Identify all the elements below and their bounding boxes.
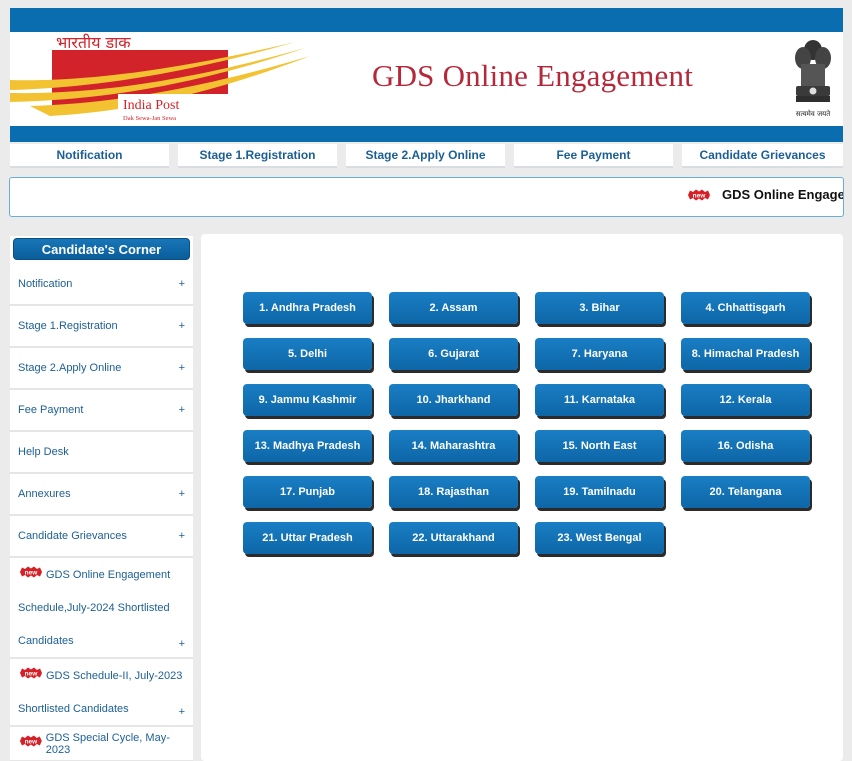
state-button-telangana[interactable]: 20. Telangana	[681, 476, 810, 508]
expand-plus-icon[interactable]: +	[179, 488, 185, 500]
sidebar-item-label: Annexures	[18, 488, 71, 500]
news-line: GDS Online Engagement	[46, 568, 171, 581]
state-button-himachal-pradesh[interactable]: 8. Himachal Pradesh	[681, 338, 810, 370]
state-button-punjab[interactable]: 17. Punjab	[243, 476, 372, 508]
india-post-logo[interactable]: भारतीय डाक डाक सेवा-जन सेवा India Post D…	[10, 32, 310, 126]
sidebar-item-fee-payment[interactable]: Fee Payment +	[10, 390, 193, 432]
nav-notification[interactable]: Notification	[10, 144, 169, 168]
state-button-uttarakhand[interactable]: 22. Uttarakhand	[389, 522, 518, 554]
news-line: Candidates	[18, 634, 74, 647]
candidates-corner-sidebar: Candidate's Corner Notification + Stage …	[10, 236, 193, 761]
sidebar-item-annexures[interactable]: Annexures +	[10, 474, 193, 516]
state-button-assam[interactable]: 2. Assam	[389, 292, 518, 324]
state-button-rajasthan[interactable]: 18. Rajasthan	[389, 476, 518, 508]
sidebar-news-item[interactable]: GDS Schedule-II, July-2023 Shortlisted C…	[10, 659, 193, 727]
state-button-tamilnadu[interactable]: 19. Tamilnadu	[535, 476, 664, 508]
news-ticker: GDS Online Engagement	[9, 177, 844, 217]
sidebar-item-label: Help Desk	[18, 446, 69, 458]
new-badge-icon	[686, 189, 712, 201]
state-button-odisha[interactable]: 16. Odisha	[681, 430, 810, 462]
news-line: Schedule,July-2024 Shortlisted	[18, 601, 170, 614]
expand-plus-icon[interactable]: +	[179, 706, 185, 718]
state-button-west-bengal[interactable]: 23. West Bengal	[535, 522, 664, 554]
state-button-gujarat[interactable]: 6. Gujarat	[389, 338, 518, 370]
page-title: GDS Online Engagement	[372, 58, 694, 93]
sidebar-item-notification[interactable]: Notification +	[10, 264, 193, 306]
site-header: भारतीय डाक डाक सेवा-जन सेवा India Post D…	[10, 8, 843, 142]
nav-stage1-registration[interactable]: Stage 1.Registration	[178, 144, 337, 168]
state-button-north-east[interactable]: 15. North East	[535, 430, 664, 462]
main-nav: Notification Stage 1.Registration Stage …	[10, 144, 843, 170]
news-line: GDS Special Cycle, May-2023	[45, 731, 170, 756]
svg-text:India Post: India Post	[123, 98, 180, 113]
expand-plus-icon[interactable]: +	[179, 530, 185, 542]
expand-plus-icon[interactable]: +	[179, 638, 185, 650]
state-button-karnataka[interactable]: 11. Karnataka	[535, 384, 664, 416]
sidebar-item-label: Stage 1.Registration	[18, 320, 118, 332]
sidebar-item-label: Stage 2.Apply Online	[18, 362, 122, 374]
sidebar-title: Candidate's Corner	[13, 238, 190, 260]
sidebar-item-label: Candidate Grievances	[18, 530, 127, 542]
header-banner: भारतीय डाक डाक सेवा-जन सेवा India Post D…	[10, 32, 843, 126]
svg-text:डाक सेवा-जन सेवा: डाक सेवा-जन सेवा	[55, 49, 112, 59]
news-line: GDS Schedule-II, July-2023	[46, 669, 183, 682]
state-button-jammu-kashmir[interactable]: 9. Jammu Kashmir	[243, 384, 372, 416]
sidebar-item-candidate-grievances[interactable]: Candidate Grievances +	[10, 516, 193, 558]
state-button-haryana[interactable]: 7. Haryana	[535, 338, 664, 370]
state-button-delhi[interactable]: 5. Delhi	[243, 338, 372, 370]
svg-text:Dak Sewa-Jan Sewa: Dak Sewa-Jan Sewa	[123, 115, 176, 122]
expand-plus-icon[interactable]: +	[179, 278, 185, 290]
ticker-item[interactable]: GDS Online Engagement	[686, 187, 843, 202]
state-button-madhya-pradesh[interactable]: 13. Madhya Pradesh	[243, 430, 372, 462]
sidebar-news-item[interactable]: GDS Online Engagement Schedule,July-2024…	[10, 558, 193, 659]
expand-plus-icon[interactable]: +	[179, 362, 185, 374]
nav-candidate-grievances[interactable]: Candidate Grievances	[682, 144, 843, 168]
sidebar-news-item[interactable]: GDS Special Cycle, May-2023	[10, 727, 193, 761]
ticker-text[interactable]: GDS Online Engagement	[722, 187, 843, 202]
state-button-bihar[interactable]: 3. Bihar	[535, 292, 664, 324]
sidebar-item-label: Notification	[18, 278, 73, 290]
state-selection-panel: 1. Andhra Pradesh 2. Assam 3. Bihar 4. C…	[201, 234, 843, 761]
sidebar-item-help-desk[interactable]: Help Desk	[10, 432, 193, 474]
sidebar-item-stage1-registration[interactable]: Stage 1.Registration +	[10, 306, 193, 348]
nav-fee-payment[interactable]: Fee Payment	[514, 144, 673, 168]
national-emblem-icon: सत्यमेव जयते	[795, 40, 831, 118]
expand-plus-icon[interactable]: +	[179, 320, 185, 332]
new-badge-icon	[18, 566, 44, 578]
state-button-andhra-pradesh[interactable]: 1. Andhra Pradesh	[243, 292, 372, 324]
nav-stage2-apply-online[interactable]: Stage 2.Apply Online	[346, 144, 505, 168]
state-button-uttar-pradesh[interactable]: 21. Uttar Pradesh	[243, 522, 372, 554]
state-button-chhattisgarh[interactable]: 4. Chhattisgarh	[681, 292, 810, 324]
new-badge-icon	[18, 667, 44, 679]
state-button-jharkhand[interactable]: 10. Jharkhand	[389, 384, 518, 416]
sidebar-item-stage2-apply-online[interactable]: Stage 2.Apply Online +	[10, 348, 193, 390]
expand-plus-icon[interactable]: +	[179, 404, 185, 416]
new-badge-icon	[18, 735, 44, 747]
news-line: Shortlisted Candidates	[18, 702, 129, 715]
sidebar-item-label: Fee Payment	[18, 404, 84, 416]
state-button-maharashtra[interactable]: 14. Maharashtra	[389, 430, 518, 462]
svg-text:सत्यमेव जयते: सत्यमेव जयते	[796, 109, 831, 118]
state-button-kerala[interactable]: 12. Kerala	[681, 384, 810, 416]
